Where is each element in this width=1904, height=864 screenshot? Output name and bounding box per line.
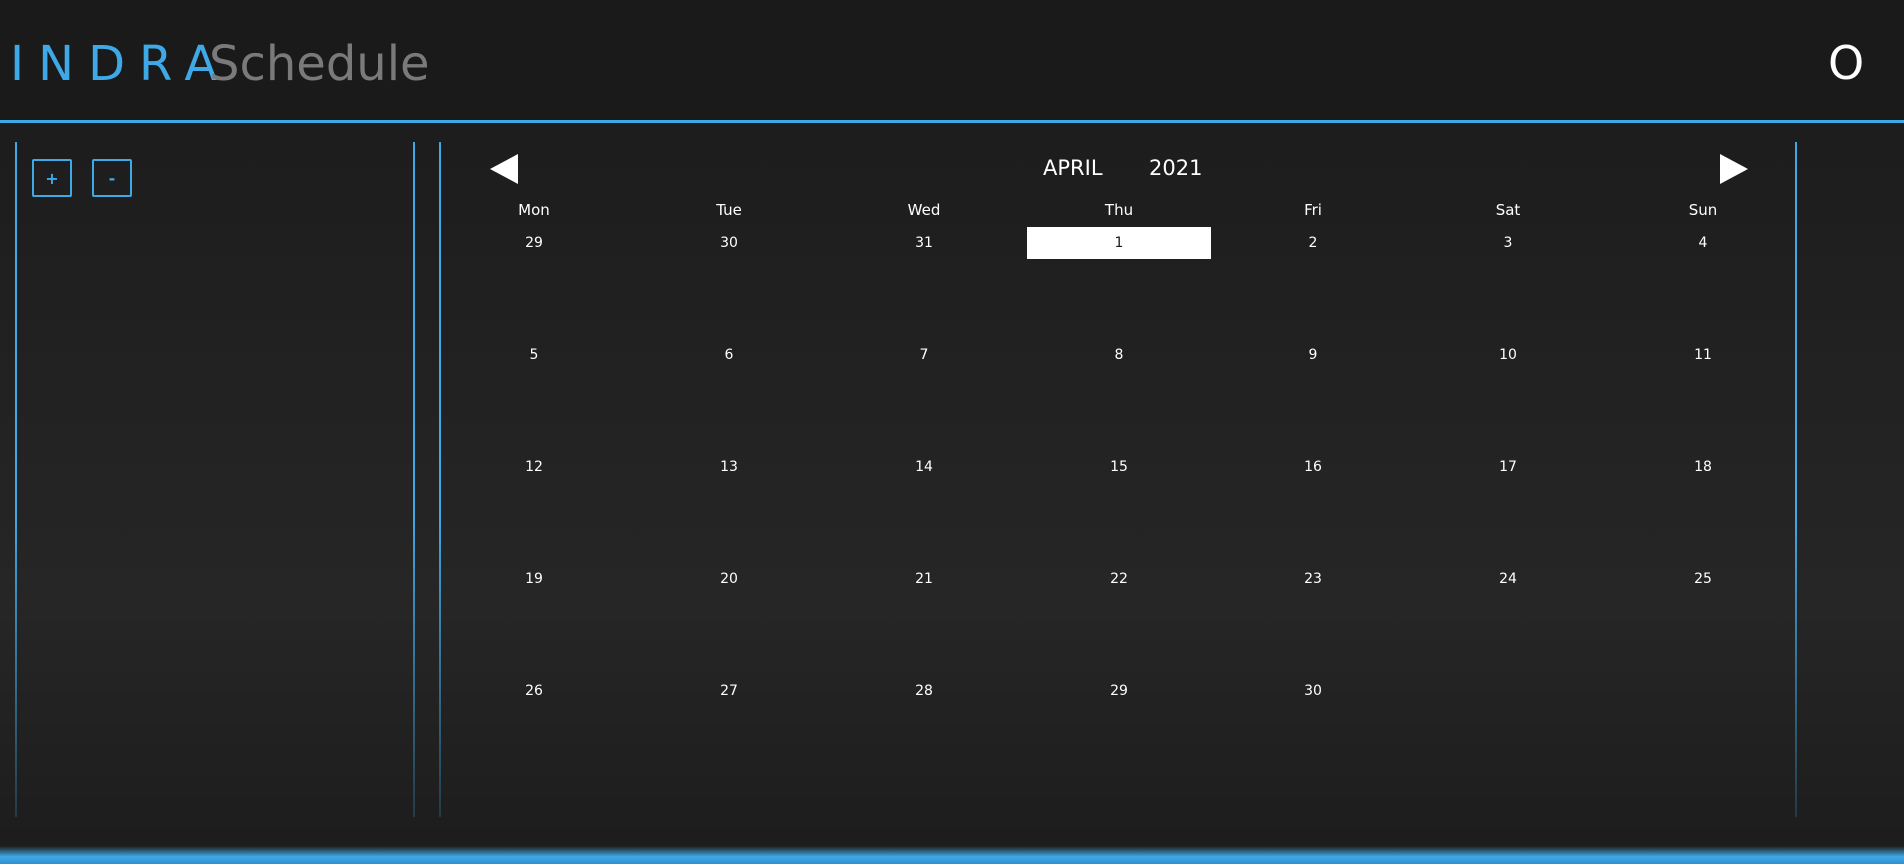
calendar-day[interactable]: 29 [1027, 675, 1211, 707]
weekday-header: Sun [1688, 201, 1718, 219]
calendar-day[interactable]: 14 [832, 451, 1016, 483]
app-root: INDRA Schedule O + - APRIL 2021 Mon Tue … [0, 0, 1904, 864]
next-month-icon[interactable] [1720, 154, 1748, 184]
zoom-out-button[interactable]: - [92, 159, 132, 197]
weekday-header: Tue [716, 201, 742, 219]
calendar-day[interactable]: 5 [442, 339, 626, 371]
calendar-day[interactable]: 11 [1611, 339, 1795, 371]
calendar-day[interactable]: 31 [832, 227, 1016, 259]
calendar-day[interactable]: 22 [1027, 563, 1211, 595]
calendar-day-today[interactable]: 1 [1027, 227, 1211, 259]
calendar-day[interactable]: 28 [832, 675, 1016, 707]
calendar-day[interactable]: 9 [1221, 339, 1405, 371]
calendar-day[interactable]: 25 [1611, 563, 1795, 595]
weekday-header: Wed [907, 201, 941, 219]
weekday-header: Thu [1104, 201, 1134, 219]
weekday-header: Mon [518, 201, 550, 219]
calendar-day[interactable]: 30 [1221, 675, 1405, 707]
zoom-in-button[interactable]: + [32, 159, 72, 197]
sidebar-left-border [15, 142, 17, 817]
calendar-day[interactable]: 24 [1416, 563, 1600, 595]
calendar-day[interactable]: 10 [1416, 339, 1600, 371]
weekday-header: Fri [1304, 201, 1322, 219]
weekday-header: Sat [1495, 201, 1521, 219]
calendar-day[interactable]: 30 [637, 227, 821, 259]
calendar-day[interactable]: 13 [637, 451, 821, 483]
year-label: 2021 [1149, 156, 1203, 180]
calendar-day[interactable]: 6 [637, 339, 821, 371]
app-header: INDRA Schedule O [0, 0, 1904, 123]
calendar-day[interactable]: 8 [1027, 339, 1211, 371]
calendar-day[interactable]: 19 [442, 563, 626, 595]
calendar-day[interactable]: 23 [1221, 563, 1405, 595]
calendar-left-border [439, 142, 441, 817]
calendar-day [1416, 675, 1600, 707]
calendar-right-border [1795, 142, 1797, 817]
calendar-day[interactable]: 17 [1416, 451, 1600, 483]
month-label: APRIL [1043, 156, 1103, 180]
prev-month-icon[interactable] [490, 154, 518, 184]
calendar-day[interactable]: 21 [832, 563, 1016, 595]
brand-logo: INDRA [10, 36, 232, 92]
calendar-day[interactable]: 20 [637, 563, 821, 595]
calendar-day[interactable]: 29 [442, 227, 626, 259]
calendar-day[interactable]: 3 [1416, 227, 1600, 259]
calendar-day[interactable]: 18 [1611, 451, 1795, 483]
calendar-day[interactable]: 12 [442, 451, 626, 483]
calendar-day[interactable]: 15 [1027, 451, 1211, 483]
calendar-day[interactable]: 4 [1611, 227, 1795, 259]
footer-glow [0, 846, 1904, 864]
calendar-day[interactable]: 27 [637, 675, 821, 707]
page-title: Schedule [209, 36, 430, 92]
calendar-day[interactable]: 26 [442, 675, 626, 707]
calendar-day[interactable]: 7 [832, 339, 1016, 371]
calendar-day[interactable]: 16 [1221, 451, 1405, 483]
calendar-day [1611, 675, 1795, 707]
sidebar-right-border [413, 142, 415, 817]
calendar-day[interactable]: 2 [1221, 227, 1405, 259]
user-badge[interactable]: O [1828, 36, 1864, 90]
